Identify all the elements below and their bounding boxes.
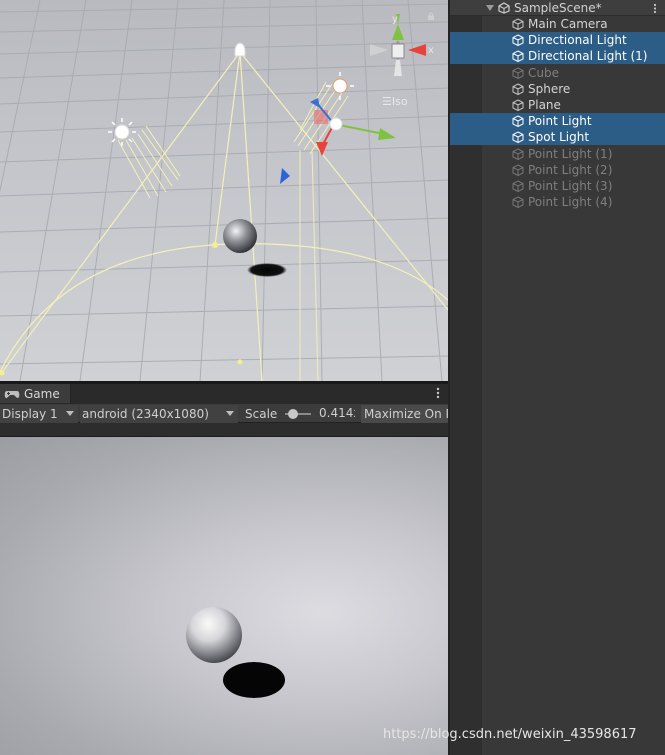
cone-handle bbox=[212, 242, 218, 248]
cone-handle bbox=[237, 359, 243, 365]
sphere-object[interactable] bbox=[223, 219, 257, 253]
gizmo-x-label: x bbox=[428, 45, 434, 56]
gameobject-cube-icon bbox=[512, 180, 524, 192]
scene-grid bbox=[0, 0, 448, 381]
lock-icon[interactable] bbox=[427, 12, 435, 20]
hierarchy-panel: SampleScene* Main Camera Directional Ligh… bbox=[448, 0, 665, 755]
scale-slider-handle[interactable] bbox=[288, 409, 298, 419]
gameobject-cube-icon bbox=[512, 115, 524, 127]
hierarchy-item[interactable]: Point Light (2) bbox=[450, 162, 665, 178]
hierarchy-item[interactable]: Sphere bbox=[450, 81, 665, 97]
cone-handle bbox=[0, 370, 5, 376]
gameobject-cube-icon bbox=[512, 99, 524, 111]
sphere-shadow bbox=[247, 263, 287, 277]
game-tabbar: Game bbox=[0, 384, 448, 403]
tab-game-label: Game bbox=[24, 386, 60, 401]
gameobject-cube-icon bbox=[512, 83, 524, 95]
maximize-on-play-button[interactable]: Maximize On Play bbox=[361, 405, 448, 423]
game-render-view[interactable] bbox=[0, 437, 448, 755]
hierarchy-item[interactable]: Plane bbox=[450, 97, 665, 113]
hierarchy-item-label: Spot Light bbox=[528, 130, 590, 144]
resolution-value: android (2340x1080) bbox=[82, 407, 209, 421]
hierarchy-item[interactable]: Directional Light (1) bbox=[450, 48, 665, 64]
hierarchy-item-label: Main Camera bbox=[528, 17, 608, 31]
gizmo-y-label: y bbox=[392, 14, 398, 25]
gameobject-cube-icon bbox=[512, 164, 524, 176]
gameobject-cube-icon bbox=[512, 131, 524, 143]
scale-control: Scale 0.414x bbox=[241, 405, 359, 423]
hierarchy-item[interactable]: Main Camera bbox=[450, 16, 665, 32]
hierarchy-item[interactable]: Spot Light bbox=[450, 129, 665, 145]
kebab-menu-icon[interactable] bbox=[653, 3, 657, 14]
scene-viewport[interactable]: y x bbox=[0, 0, 448, 381]
gameobject-cube-icon bbox=[512, 50, 524, 62]
spot-light-icon[interactable] bbox=[234, 42, 246, 57]
gamepad-icon bbox=[4, 390, 20, 398]
hierarchy-item[interactable]: Point Light (3) bbox=[450, 178, 665, 194]
display-value: Display 1 bbox=[2, 407, 58, 421]
chevron-down-icon bbox=[66, 411, 74, 416]
scene-root-row[interactable]: SampleScene* bbox=[450, 0, 665, 16]
scale-value: 0.414x bbox=[319, 406, 355, 420]
watermark-text: https://blog.csdn.net/weixin_43598617 bbox=[383, 727, 637, 742]
hierarchy-item-label: Directional Light (1) bbox=[528, 49, 648, 63]
game-subbar bbox=[0, 423, 448, 437]
resolution-dropdown[interactable]: android (2340x1080) bbox=[80, 405, 238, 423]
hierarchy-item-label: Point Light (1) bbox=[528, 147, 613, 161]
hierarchy-item-label: Point Light (2) bbox=[528, 163, 613, 177]
hierarchy-item[interactable]: Directional Light bbox=[450, 32, 665, 48]
kebab-menu-icon[interactable] bbox=[436, 387, 440, 399]
game-sphere bbox=[186, 607, 242, 663]
game-toolbar: Display 1 android (2340x1080) Scale 0.41… bbox=[0, 403, 448, 423]
hierarchy-item[interactable]: Cube bbox=[450, 65, 665, 81]
hierarchy-item[interactable]: Point Light (1) bbox=[450, 146, 665, 162]
hierarchy-item-label: Point Light (4) bbox=[528, 195, 613, 209]
scene-view[interactable]: y x ☰Iso bbox=[0, 0, 448, 381]
display-dropdown[interactable]: Display 1 bbox=[0, 405, 78, 423]
gameobject-cube-icon bbox=[512, 196, 524, 208]
chevron-down-icon bbox=[226, 411, 234, 416]
hierarchy-item-label: Sphere bbox=[528, 82, 571, 96]
scene-name: SampleScene* bbox=[514, 1, 602, 15]
unity-scene-icon bbox=[498, 2, 510, 14]
gameobject-cube-icon bbox=[512, 34, 524, 46]
foldout-arrow-icon[interactable] bbox=[486, 5, 494, 11]
tab-game[interactable]: Game bbox=[0, 384, 71, 403]
hierarchy-item[interactable]: Point Light (4) bbox=[450, 194, 665, 210]
hierarchy-item-label: Plane bbox=[528, 98, 561, 112]
gameobject-cube-icon bbox=[512, 18, 524, 30]
hierarchy-item-label: Point Light (3) bbox=[528, 179, 613, 193]
scale-label: Scale bbox=[245, 407, 278, 421]
hierarchy-item[interactable]: Point Light bbox=[450, 113, 665, 129]
iso-text: Iso bbox=[391, 95, 408, 108]
game-sphere-shadow bbox=[223, 662, 285, 698]
gameobject-cube-icon bbox=[512, 67, 524, 79]
hierarchy-item-label: Cube bbox=[528, 66, 559, 80]
maximize-label: Maximize On Play bbox=[364, 407, 448, 421]
hierarchy-item-label: Point Light bbox=[528, 114, 592, 128]
gameobject-cube-icon bbox=[512, 148, 524, 160]
menu-icon: ☰ bbox=[382, 95, 392, 108]
game-viewport bbox=[186, 607, 285, 698]
hierarchy-item-label: Directional Light bbox=[528, 33, 627, 47]
point-light-arrow bbox=[280, 168, 290, 184]
projection-label[interactable]: ☰Iso bbox=[382, 95, 408, 108]
